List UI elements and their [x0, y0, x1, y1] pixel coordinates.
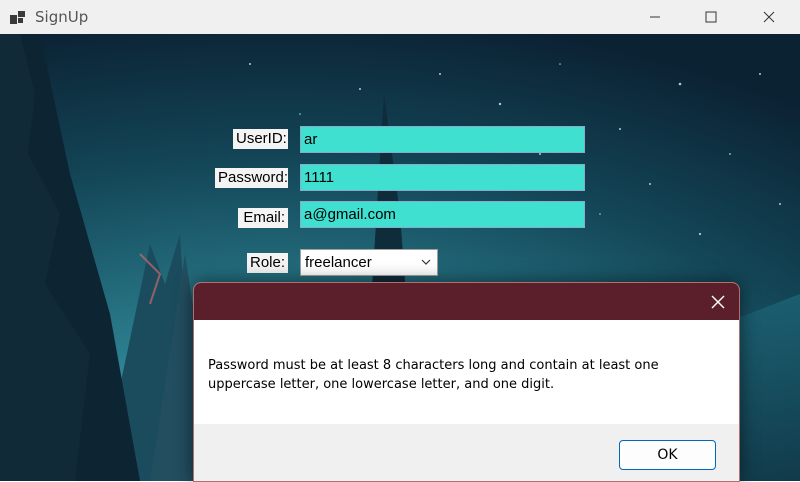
minimize-icon — [650, 16, 660, 18]
minimize-button[interactable] — [632, 0, 678, 34]
close-button[interactable] — [746, 0, 792, 34]
maximize-button[interactable] — [688, 0, 734, 34]
maximize-icon — [705, 11, 717, 23]
app-window-icon — [10, 11, 25, 24]
ok-button[interactable]: OK — [619, 440, 716, 470]
dialog-body: Password must be at least 8 characters l… — [194, 320, 739, 424]
close-icon — [763, 11, 775, 23]
dialog-titlebar — [194, 283, 739, 320]
password-label: Password: — [215, 168, 288, 188]
email-input[interactable]: a@gmail.com — [300, 201, 585, 228]
window-titlebar[interactable]: SignUp — [0, 0, 800, 34]
password-input[interactable]: 1111 — [300, 164, 585, 191]
window-title: SignUp — [35, 8, 89, 26]
error-message-dialog: Password must be at least 8 characters l… — [193, 282, 740, 482]
userid-input[interactable]: ar — [300, 126, 585, 153]
role-select[interactable]: freelancer — [300, 249, 438, 276]
dialog-close-button[interactable] — [709, 293, 727, 311]
dialog-message: Password must be at least 8 characters l… — [208, 358, 659, 392]
role-select-value: freelancer — [305, 254, 372, 271]
close-icon — [711, 295, 725, 309]
email-label: Email: — [238, 208, 288, 228]
userid-label: UserID: — [233, 129, 288, 149]
role-label: Role: — [247, 253, 288, 273]
chevron-down-icon — [421, 259, 431, 265]
